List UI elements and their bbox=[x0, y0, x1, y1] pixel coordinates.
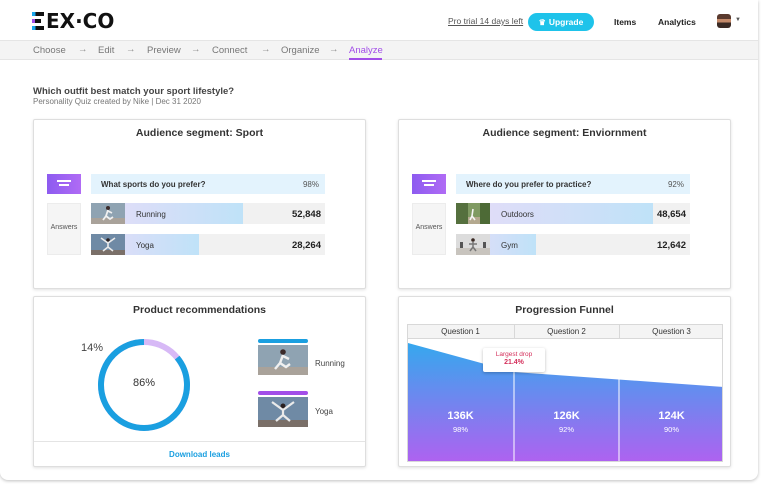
funnel-pct: 92% bbox=[558, 425, 574, 434]
product-label: Yoga bbox=[315, 407, 333, 416]
funnel-header: Question 1 Question 2 Question 3 bbox=[408, 325, 722, 339]
answer-row: Running 52,848 bbox=[91, 203, 325, 224]
funnel-count: 124K bbox=[658, 410, 685, 422]
answer-row: Yoga 28,264 bbox=[91, 234, 325, 255]
answer-row: Outdoors 48,654 bbox=[456, 203, 690, 224]
largest-drop-tooltip: Largest drop 21.4% bbox=[483, 348, 545, 372]
answers-label: Answers bbox=[415, 224, 443, 231]
funnel-stage-stat: 126K 92% bbox=[514, 410, 619, 434]
crown-icon: ♛ bbox=[538, 17, 546, 27]
segment-environment-card: Audience segment: Enviornment Where do y… bbox=[398, 119, 731, 289]
avatar[interactable] bbox=[717, 14, 731, 28]
answer-value: 48,654 bbox=[656, 209, 686, 220]
donut-large-pct: 86% bbox=[132, 377, 156, 389]
funnel-pct: 90% bbox=[663, 425, 679, 434]
step-preview[interactable]: Preview bbox=[147, 45, 181, 56]
nav-analytics-link[interactable]: Analytics bbox=[658, 17, 696, 27]
upgrade-label: Upgrade bbox=[548, 17, 584, 27]
step-arrow-icon: → bbox=[78, 44, 88, 55]
funnel-stage-name: Question 1 bbox=[441, 327, 480, 336]
answer-label: Outdoors bbox=[501, 210, 534, 219]
question-list-icon bbox=[412, 174, 446, 194]
answer-label: Gym bbox=[501, 241, 518, 250]
answer-label: Yoga bbox=[136, 241, 154, 250]
answer-label: Running bbox=[136, 210, 166, 219]
question-text: Where do you prefer to practice? bbox=[466, 180, 592, 189]
answers-label-box: Answers bbox=[412, 203, 446, 255]
product-yoga[interactable] bbox=[258, 391, 308, 432]
step-edit[interactable]: Edit bbox=[98, 45, 114, 56]
gym-thumbnail bbox=[456, 234, 490, 255]
progression-funnel-card: Progression Funnel Question 1 Question 2 bbox=[398, 296, 731, 467]
app-window: EX·CO Pro trial 14 days left ♛ Upgrade I… bbox=[0, 0, 758, 480]
quiz-subtitle: Personality Quiz created by Nike | Dec 3… bbox=[33, 97, 201, 106]
yoga-thumbnail bbox=[91, 234, 125, 255]
segment-sport-card: Audience segment: Sport What sports do y… bbox=[33, 119, 366, 289]
tooltip-label: Largest drop bbox=[495, 351, 533, 358]
answer-value: 52,848 bbox=[291, 209, 321, 220]
answers-label-box: Answers bbox=[47, 203, 81, 255]
question-list-icon bbox=[47, 174, 81, 194]
step-connect[interactable]: Connect bbox=[212, 45, 247, 56]
outdoors-thumbnail bbox=[456, 203, 490, 224]
product-recommendations-card: Product recommendations 14% 86% Running … bbox=[33, 296, 366, 467]
funnel-stage-name: Question 2 bbox=[547, 327, 586, 336]
funnel-stage-stat: 124K 90% bbox=[619, 410, 722, 434]
card-title: Audience segment: Sport bbox=[135, 127, 264, 139]
product-color-bar bbox=[258, 391, 308, 395]
step-arrow-icon: → bbox=[191, 44, 201, 55]
answers-label: Answers bbox=[50, 224, 78, 231]
step-choose[interactable]: Choose bbox=[33, 45, 66, 56]
question-pct: 92% bbox=[667, 180, 684, 189]
funnel-pct: 98% bbox=[452, 425, 468, 434]
top-nav: EX·CO Pro trial 14 days left ♛ Upgrade I… bbox=[0, 0, 758, 40]
download-leads-button[interactable]: Download leads bbox=[34, 441, 365, 467]
funnel-count: 136K bbox=[447, 410, 474, 422]
answer-value: 28,264 bbox=[291, 240, 321, 251]
steps-bar: Choose → Edit → Preview → Connect → Orga… bbox=[0, 40, 758, 60]
card-title: Audience segment: Enviornment bbox=[482, 127, 647, 139]
step-analyze[interactable]: Analyze bbox=[349, 45, 383, 56]
nav-items-link[interactable]: Items bbox=[614, 17, 636, 27]
logo-mark-icon bbox=[32, 12, 44, 30]
running-product-image bbox=[258, 345, 308, 375]
card-title: Progression Funnel bbox=[515, 304, 614, 316]
tooltip-value: 21.4% bbox=[504, 359, 524, 366]
answer-row: Gym 12,642 bbox=[456, 234, 690, 255]
donut-chart: 86% bbox=[96, 337, 192, 433]
yoga-product-image bbox=[258, 397, 308, 427]
logo[interactable]: EX·CO bbox=[32, 9, 115, 33]
card-title: Product recommendations bbox=[132, 304, 267, 316]
question-bar: Where do you prefer to practice? 92% bbox=[456, 174, 690, 194]
logo-text: EX·CO bbox=[46, 9, 115, 33]
funnel-area bbox=[408, 343, 722, 461]
funnel-chart: Question 1 Question 2 Question 3 136K 98… bbox=[407, 324, 723, 462]
answer-value: 12,642 bbox=[656, 240, 686, 251]
product-color-bar bbox=[258, 339, 308, 343]
active-step-indicator bbox=[349, 58, 382, 60]
product-label: Running bbox=[315, 359, 345, 368]
product-running[interactable] bbox=[258, 339, 308, 380]
chevron-down-icon[interactable]: ▼ bbox=[735, 17, 741, 23]
funnel-stage-stat: 136K 98% bbox=[408, 410, 513, 434]
funnel-stage-name: Question 3 bbox=[652, 327, 691, 336]
question-text: What sports do you prefer? bbox=[101, 180, 206, 189]
question-bar: What sports do you prefer? 98% bbox=[91, 174, 325, 194]
step-arrow-icon: → bbox=[126, 44, 136, 55]
step-arrow-icon: → bbox=[329, 44, 339, 55]
step-organize[interactable]: Organize bbox=[281, 45, 320, 56]
quiz-title: Which outfit best match your sport lifes… bbox=[33, 86, 235, 97]
funnel-count: 126K bbox=[553, 410, 580, 422]
upgrade-button[interactable]: ♛ Upgrade bbox=[528, 13, 594, 31]
step-arrow-icon: → bbox=[261, 44, 271, 55]
question-pct: 98% bbox=[302, 180, 319, 189]
pro-trial-link[interactable]: Pro trial 14 days left bbox=[448, 16, 523, 26]
running-thumbnail bbox=[91, 203, 125, 224]
